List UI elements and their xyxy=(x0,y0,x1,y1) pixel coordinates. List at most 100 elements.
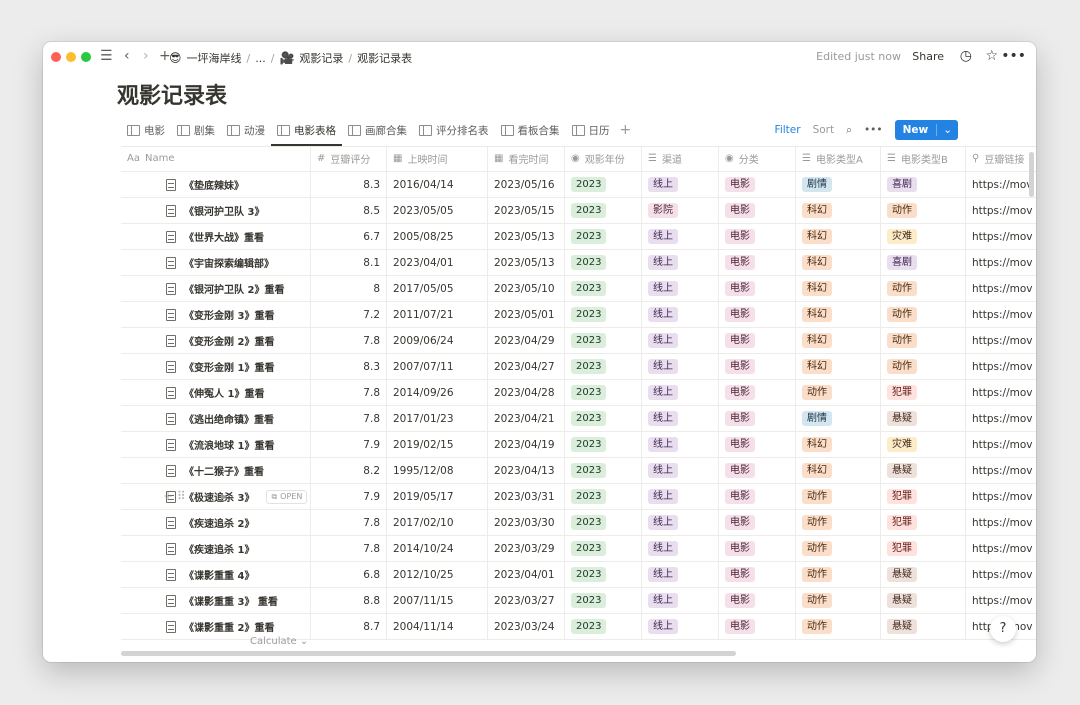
category-cell[interactable]: 电影 xyxy=(719,224,796,249)
type-b-cell[interactable]: 悬疑 xyxy=(881,562,966,587)
table-row[interactable]: 《变形金刚 3》重看 7.2 2011/07/21 2023/05/01 2023 线上 电… xyxy=(121,302,1036,328)
name-cell[interactable]: 《疾速追杀 2》 xyxy=(121,510,311,535)
release-date-cell[interactable]: 1995/12/08 xyxy=(387,458,488,483)
category-cell[interactable]: 电影 xyxy=(719,302,796,327)
table-row[interactable]: 《流浪地球 1》重看 7.9 2019/02/15 2023/04/19 2023 线上 电… xyxy=(121,432,1036,458)
score-cell[interactable]: 7.2 xyxy=(311,302,387,327)
table-row[interactable]: 《十二猴子》重看 8.2 1995/12/08 2023/04/13 2023 线上 电影 科… xyxy=(121,458,1036,484)
link-cell[interactable]: https://mov xyxy=(966,354,1036,379)
channel-cell[interactable]: 线上 xyxy=(642,276,719,301)
release-date-cell[interactable]: 2017/05/05 xyxy=(387,276,488,301)
sidebar-menu-icon[interactable]: ☰ xyxy=(100,48,113,64)
type-b-cell[interactable]: 悬疑 xyxy=(881,458,966,483)
link-cell[interactable]: https://mov xyxy=(966,588,1036,613)
expand-arrow-icon[interactable]: ▶ xyxy=(221,492,227,501)
tab-view[interactable]: 电影表格 xyxy=(271,118,342,146)
type-a-cell[interactable]: 科幻 xyxy=(796,458,881,483)
type-a-cell[interactable]: 剧情 xyxy=(796,172,881,197)
score-cell[interactable]: 8.3 xyxy=(311,172,387,197)
type-a-cell[interactable]: 动作 xyxy=(796,510,881,535)
add-view-icon[interactable]: + xyxy=(616,118,636,146)
table-row[interactable]: 《疾速追杀 1》 7.8 2014/10/24 2023/03/29 2023 线上 电影 动… xyxy=(121,536,1036,562)
tab-view[interactable]: 剧集 xyxy=(171,118,221,142)
type-a-cell[interactable]: 科幻 xyxy=(796,302,881,327)
table-row[interactable]: 《变形金刚 2》重看 7.8 2009/06/24 2023/04/29 2023 线上 电… xyxy=(121,328,1036,354)
category-cell[interactable]: 电影 xyxy=(719,510,796,535)
score-cell[interactable]: 6.8 xyxy=(311,562,387,587)
name-cell[interactable]: 《疾速追杀 1》 xyxy=(121,536,311,561)
type-b-cell[interactable]: 动作 xyxy=(881,198,966,223)
channel-cell[interactable]: 影院 xyxy=(642,198,719,223)
score-cell[interactable]: 8.1 xyxy=(311,250,387,275)
category-cell[interactable]: 电影 xyxy=(719,354,796,379)
year-cell[interactable]: 2023 xyxy=(565,276,642,301)
score-cell[interactable]: 7.8 xyxy=(311,406,387,431)
score-cell[interactable]: 7.8 xyxy=(311,536,387,561)
type-b-cell[interactable]: 动作 xyxy=(881,328,966,353)
score-cell[interactable]: 7.9 xyxy=(311,484,387,509)
category-cell[interactable]: 电影 xyxy=(719,432,796,457)
breadcrumb-item-current[interactable]: 观影记录表 xyxy=(357,50,412,66)
history-clock-icon[interactable]: ◷ xyxy=(960,48,972,64)
score-cell[interactable]: 8.8 xyxy=(311,588,387,613)
column-header-link[interactable]: ⚲ 豆瓣链接 xyxy=(966,146,1036,171)
name-cell[interactable]: 《银河护卫队 3》 xyxy=(121,198,311,223)
watched-date-cell[interactable]: 2023/03/31 xyxy=(488,484,565,509)
score-cell[interactable]: 8.5 xyxy=(311,198,387,223)
type-a-cell[interactable]: 动作 xyxy=(796,614,881,639)
channel-cell[interactable]: 线上 xyxy=(642,302,719,327)
watched-date-cell[interactable]: 2023/05/15 xyxy=(488,198,565,223)
link-cell[interactable]: https://mov xyxy=(966,458,1036,483)
release-date-cell[interactable]: 2017/01/23 xyxy=(387,406,488,431)
close-window-button[interactable] xyxy=(51,52,61,62)
type-b-cell[interactable]: 灾难 xyxy=(881,224,966,249)
column-header-type-b[interactable]: ☰ 电影类型B xyxy=(881,146,966,171)
name-cell[interactable]: 《极速追杀 3》 ⧉ OPEN xyxy=(121,484,311,509)
tab-view[interactable]: 画廊合集 xyxy=(342,118,413,142)
link-cell[interactable]: https://mov xyxy=(966,510,1036,535)
more-view-options-icon[interactable]: ••• xyxy=(864,124,883,136)
watched-date-cell[interactable]: 2023/03/29 xyxy=(488,536,565,561)
page-title[interactable]: 观影记录表 xyxy=(117,78,227,110)
column-header-category[interactable]: ◉ 分类 xyxy=(719,146,796,171)
forward-icon[interactable]: › xyxy=(143,48,149,64)
category-cell[interactable]: 电影 xyxy=(719,588,796,613)
score-cell[interactable]: 6.7 xyxy=(311,224,387,249)
release-date-cell[interactable]: 2011/07/21 xyxy=(387,302,488,327)
year-cell[interactable]: 2023 xyxy=(565,484,642,509)
search-icon[interactable]: ⌕ xyxy=(846,124,852,137)
score-cell[interactable]: 8.3 xyxy=(311,354,387,379)
type-b-cell[interactable]: 悬疑 xyxy=(881,406,966,431)
open-page-button[interactable]: ⧉ OPEN xyxy=(266,489,308,504)
release-date-cell[interactable]: 2019/02/15 xyxy=(387,432,488,457)
link-cell[interactable]: https://mov xyxy=(966,328,1036,353)
breadcrumb-item-ellipsis[interactable]: ... xyxy=(255,52,266,65)
year-cell[interactable]: 2023 xyxy=(565,380,642,405)
type-b-cell[interactable]: 喜剧 xyxy=(881,172,966,197)
channel-cell[interactable]: 线上 xyxy=(642,588,719,613)
name-cell[interactable]: 《银河护卫队 2》重看 xyxy=(121,276,311,301)
help-button[interactable]: ? xyxy=(990,616,1016,642)
link-cell[interactable]: https://mov xyxy=(966,250,1036,275)
chevron-down-icon[interactable]: ⌄ xyxy=(936,124,958,136)
channel-cell[interactable]: 线上 xyxy=(642,458,719,483)
link-cell[interactable]: https://mov xyxy=(966,276,1036,301)
year-cell[interactable]: 2023 xyxy=(565,588,642,613)
score-cell[interactable]: 7.9 xyxy=(311,432,387,457)
category-cell[interactable]: 电影 xyxy=(719,484,796,509)
channel-cell[interactable]: 线上 xyxy=(642,614,719,639)
vertical-scrollbar[interactable] xyxy=(1029,152,1034,197)
release-date-cell[interactable]: 2016/04/14 xyxy=(387,172,488,197)
column-header-channel[interactable]: ☰ 渠道 xyxy=(642,146,719,171)
type-a-cell[interactable]: 科幻 xyxy=(796,432,881,457)
tab-view[interactable]: 电影 xyxy=(121,118,171,142)
release-date-cell[interactable]: 2014/09/26 xyxy=(387,380,488,405)
table-row[interactable]: 《银河护卫队 2》重看 8 2017/05/05 2023/05/10 2023 线上 电影… xyxy=(121,276,1036,302)
table-row[interactable]: 《谍影重重 4》 6.8 2012/10/25 2023/04/01 2023 线上 电影 动… xyxy=(121,562,1036,588)
category-cell[interactable]: 电影 xyxy=(719,276,796,301)
breadcrumb-item-workspace[interactable]: 一坪海岸线 xyxy=(187,50,242,66)
table-row[interactable]: 《逃出绝命镇》重看 7.8 2017/01/23 2023/04/21 2023 线上 电影… xyxy=(121,406,1036,432)
year-cell[interactable]: 2023 xyxy=(565,328,642,353)
table-row[interactable]: 《谍影重重 3》 重看 8.8 2007/11/15 2023/03/27 2023 线上… xyxy=(121,588,1036,614)
tab-view[interactable]: 动漫 xyxy=(221,118,271,142)
